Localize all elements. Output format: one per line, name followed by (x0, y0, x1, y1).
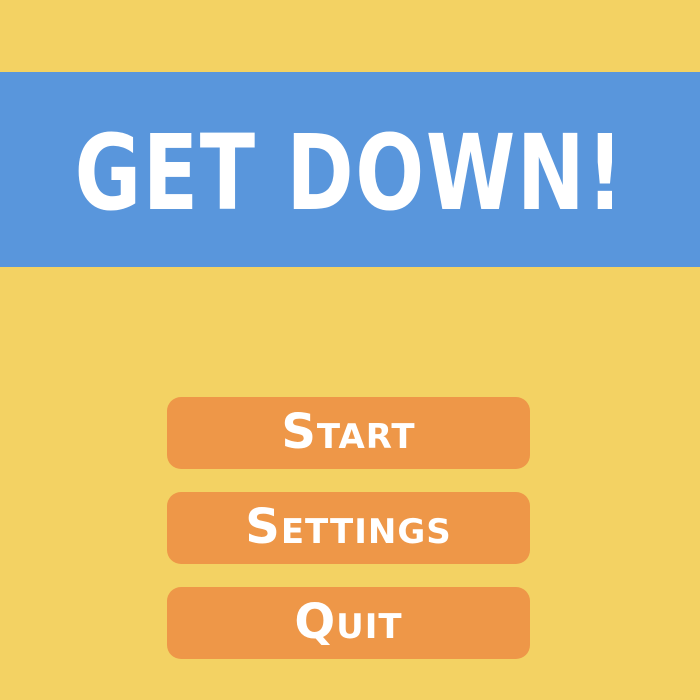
title-banner: GET DOWN! (0, 72, 700, 267)
settings-button-label: Settings (245, 499, 452, 555)
quit-button-label: Quit (294, 594, 403, 650)
main-menu: Start Settings Quit (167, 397, 530, 659)
settings-button[interactable]: Settings (167, 492, 530, 564)
start-button[interactable]: Start (167, 397, 530, 469)
start-button-label: Start (281, 404, 416, 460)
quit-button[interactable]: Quit (167, 587, 530, 659)
main-menu-screen: GET DOWN! Start Settings Quit (0, 0, 700, 700)
game-title: GET DOWN! (74, 111, 626, 234)
